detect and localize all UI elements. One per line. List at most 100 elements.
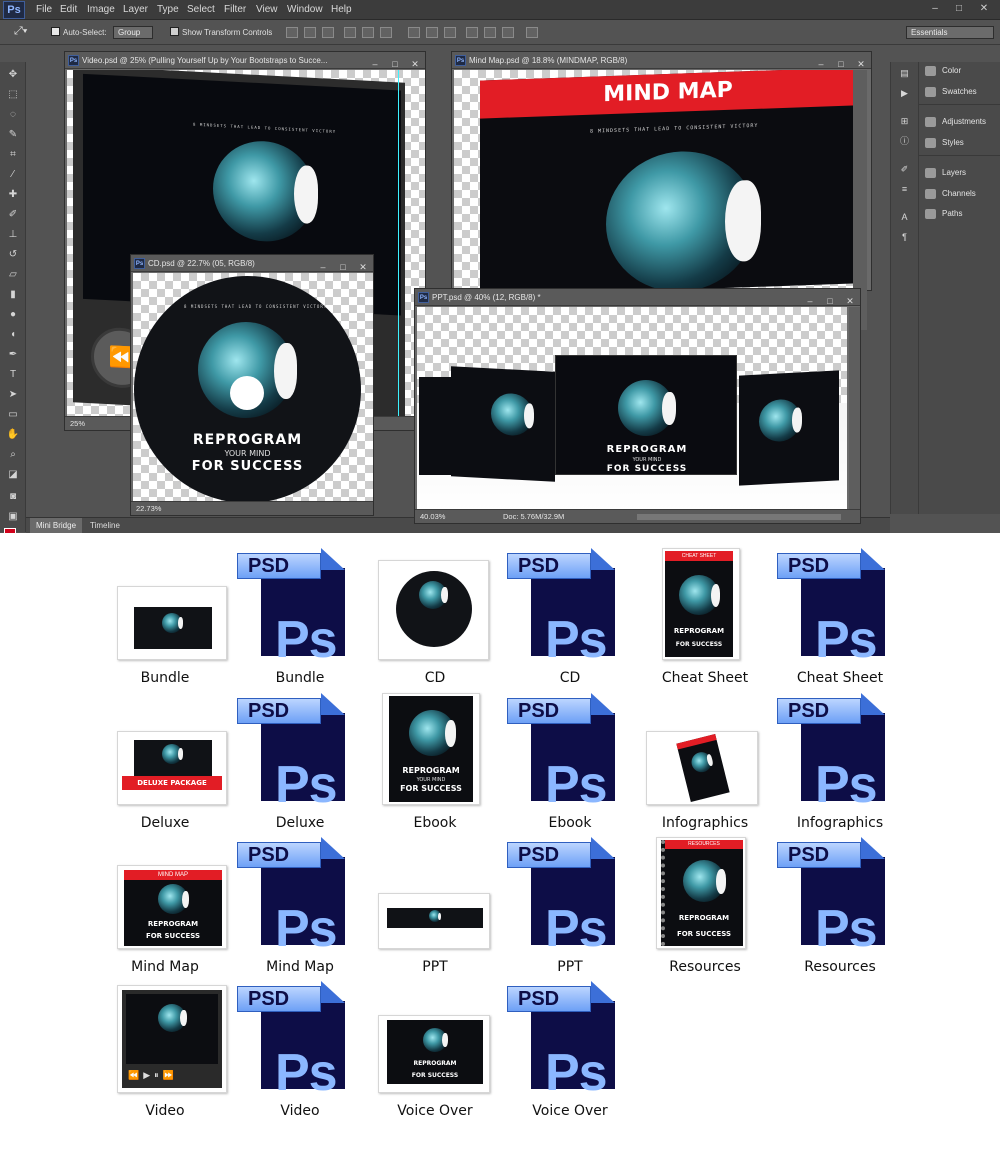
cd-canvas[interactable]: 8 MINDSETS THAT LEAD TO CONSISTENT VICTO…: [133, 273, 373, 502]
align-center-icon[interactable]: [362, 27, 374, 38]
brush-icon[interactable]: ≡: [898, 184, 911, 195]
transform-controls-checkbox[interactable]: [170, 27, 179, 36]
file-bundle-psd[interactable]: Ps PSD Bundle: [235, 548, 365, 688]
pen-tool-icon[interactable]: ✒: [5, 348, 21, 362]
menu-layer[interactable]: Layer: [123, 4, 148, 15]
eyedropper-tool-icon[interactable]: ⁄: [5, 168, 21, 182]
auto-align-icon[interactable]: [526, 27, 538, 38]
cd-close-button[interactable]: ✕: [356, 261, 370, 273]
ppt-zoom-value[interactable]: 40.03%: [420, 512, 445, 521]
menu-help[interactable]: Help: [331, 4, 352, 15]
clone-stamp-tool-icon[interactable]: ⊥: [5, 228, 21, 242]
align-right-icon[interactable]: [380, 27, 392, 38]
align-top-icon[interactable]: [286, 27, 298, 38]
video-close-button[interactable]: ✕: [408, 58, 422, 70]
file-cheatsheet-psd[interactable]: Ps PSD Cheat Sheet: [775, 548, 905, 688]
path-selection-tool-icon[interactable]: ➤: [5, 388, 21, 402]
document-window-mindmap[interactable]: Ps Mind Map.psd @ 18.8% (MINDMAP, RGB/8)…: [451, 51, 872, 291]
move-tool-icon[interactable]: ✥: [5, 68, 21, 82]
close-button[interactable]: ✕: [975, 2, 993, 16]
default-colors-icon[interactable]: ◪: [5, 468, 21, 482]
menu-file[interactable]: File: [36, 4, 52, 15]
file-ebook-image[interactable]: REPROGRAM YOUR MIND FOR SUCCESS Ebook: [370, 693, 500, 833]
auto-select-dropdown[interactable]: Group: [113, 26, 153, 39]
info-icon[interactable]: ⓘ: [898, 136, 911, 147]
file-video-psd[interactable]: Ps PSD Video: [235, 981, 365, 1121]
file-deluxe-image[interactable]: DELUXE PACKAGE Deluxe: [100, 693, 230, 833]
minimize-button[interactable]: –: [926, 2, 944, 16]
brush-tool-icon[interactable]: ✐: [5, 208, 21, 222]
panel-swatches[interactable]: Swatches: [925, 84, 977, 100]
blur-tool-icon[interactable]: ●: [5, 308, 21, 322]
ppt-canvas[interactable]: REPROGRAM YOUR MIND FOR SUCCESS: [417, 307, 847, 511]
character-icon[interactable]: A: [898, 212, 911, 223]
mindmap-close-button[interactable]: ✕: [854, 58, 868, 70]
video-minimize-button[interactable]: –: [368, 58, 382, 70]
cd-minimize-button[interactable]: –: [316, 261, 330, 273]
paragraph-icon[interactable]: ¶: [898, 232, 911, 243]
file-bundle-image[interactable]: Bundle: [100, 548, 230, 688]
distribute-bottom-icon[interactable]: [444, 27, 456, 38]
menu-type[interactable]: Type: [157, 4, 179, 15]
file-resources-psd[interactable]: Ps PSD Resources: [775, 837, 905, 977]
history-brush-tool-icon[interactable]: ↺: [5, 248, 21, 262]
file-cheatsheet-image[interactable]: CHEAT SHEET REPROGRAM FOR SUCCESS Cheat …: [640, 548, 770, 688]
menu-image[interactable]: Image: [87, 4, 115, 15]
cd-zoom-value[interactable]: 22.73%: [136, 504, 161, 513]
mindmap-maximize-button[interactable]: □: [834, 58, 848, 70]
menu-edit[interactable]: Edit: [60, 4, 77, 15]
actions-icon[interactable]: ▶: [898, 88, 911, 99]
tab-timeline[interactable]: Timeline: [84, 518, 126, 533]
properties-icon[interactable]: ⊞: [898, 116, 911, 127]
panel-channels[interactable]: Channels: [925, 186, 976, 202]
brush-presets-icon[interactable]: ✐: [898, 164, 911, 175]
panel-styles[interactable]: Styles: [925, 135, 964, 151]
panel-color[interactable]: Color: [925, 63, 961, 79]
file-ppt-image[interactable]: PPT: [370, 837, 500, 977]
align-bottom-icon[interactable]: [322, 27, 334, 38]
file-video-image[interactable]: ⏪▶⏸⏩ Video: [100, 981, 230, 1121]
file-infographics-image[interactable]: Infographics: [640, 693, 770, 833]
ppt-close-button[interactable]: ✕: [843, 295, 857, 307]
menu-view[interactable]: View: [256, 4, 278, 15]
file-cd-psd[interactable]: Ps PSD CD: [505, 548, 635, 688]
history-icon[interactable]: ▤: [898, 68, 911, 79]
distribute-middle-icon[interactable]: [426, 27, 438, 38]
panel-paths[interactable]: Paths: [925, 206, 962, 222]
eraser-tool-icon[interactable]: ▱: [5, 268, 21, 282]
ppt-maximize-button[interactable]: □: [823, 295, 837, 307]
file-voiceover-image[interactable]: REPROGRAM FOR SUCCESS Voice Over: [370, 981, 500, 1121]
lasso-tool-icon[interactable]: ◌: [5, 108, 21, 122]
zoom-tool-icon[interactable]: ⌕: [5, 448, 21, 462]
quick-mask-icon[interactable]: ◙: [5, 490, 21, 504]
healing-brush-tool-icon[interactable]: ✚: [5, 188, 21, 202]
file-ppt-psd[interactable]: Ps PSD PPT: [505, 837, 635, 977]
dodge-tool-icon[interactable]: ◖: [5, 328, 21, 342]
ppt-h-scrollbar[interactable]: [637, 514, 841, 520]
panel-layers[interactable]: Layers: [925, 165, 966, 181]
file-infographics-psd[interactable]: Ps PSD Infographics: [775, 693, 905, 833]
screen-mode-icon[interactable]: ▣: [5, 510, 21, 524]
align-left-icon[interactable]: [344, 27, 356, 38]
file-mindmap-psd[interactable]: Ps PSD Mind Map: [235, 837, 365, 977]
mindmap-canvas[interactable]: MIND MAP 8 MINDSETS THAT LEAD TO CONSIST…: [454, 70, 856, 290]
menu-filter[interactable]: Filter: [224, 4, 246, 15]
workspace-dropdown[interactable]: Essentials: [906, 26, 994, 39]
menu-select[interactable]: Select: [187, 4, 215, 15]
document-window-cd[interactable]: Ps CD.psd @ 22.7% (05, RGB/8) – □ ✕ 8 MIND…: [130, 254, 374, 516]
auto-select-checkbox[interactable]: [51, 27, 60, 36]
file-deluxe-psd[interactable]: Ps PSD Deluxe: [235, 693, 365, 833]
type-tool-icon[interactable]: T: [5, 368, 21, 382]
marquee-tool-icon[interactable]: ⬚: [5, 88, 21, 102]
file-voiceover-psd[interactable]: Ps PSD Voice Over: [505, 981, 635, 1121]
distribute-center-icon[interactable]: [484, 27, 496, 38]
hand-tool-icon[interactable]: ✋: [5, 428, 21, 442]
crop-tool-icon[interactable]: ⌗: [5, 148, 21, 162]
move-tool-icon[interactable]: ⤢▾: [14, 25, 27, 38]
cd-maximize-button[interactable]: □: [336, 261, 350, 273]
ppt-scrollbar[interactable]: [849, 307, 860, 511]
file-resources-image[interactable]: RESOURCES REPROGRAM FOR SUCCESS Resource…: [640, 837, 770, 977]
menu-window[interactable]: Window: [287, 4, 323, 15]
panel-adjustments[interactable]: Adjustments: [925, 114, 986, 130]
distribute-top-icon[interactable]: [408, 27, 420, 38]
